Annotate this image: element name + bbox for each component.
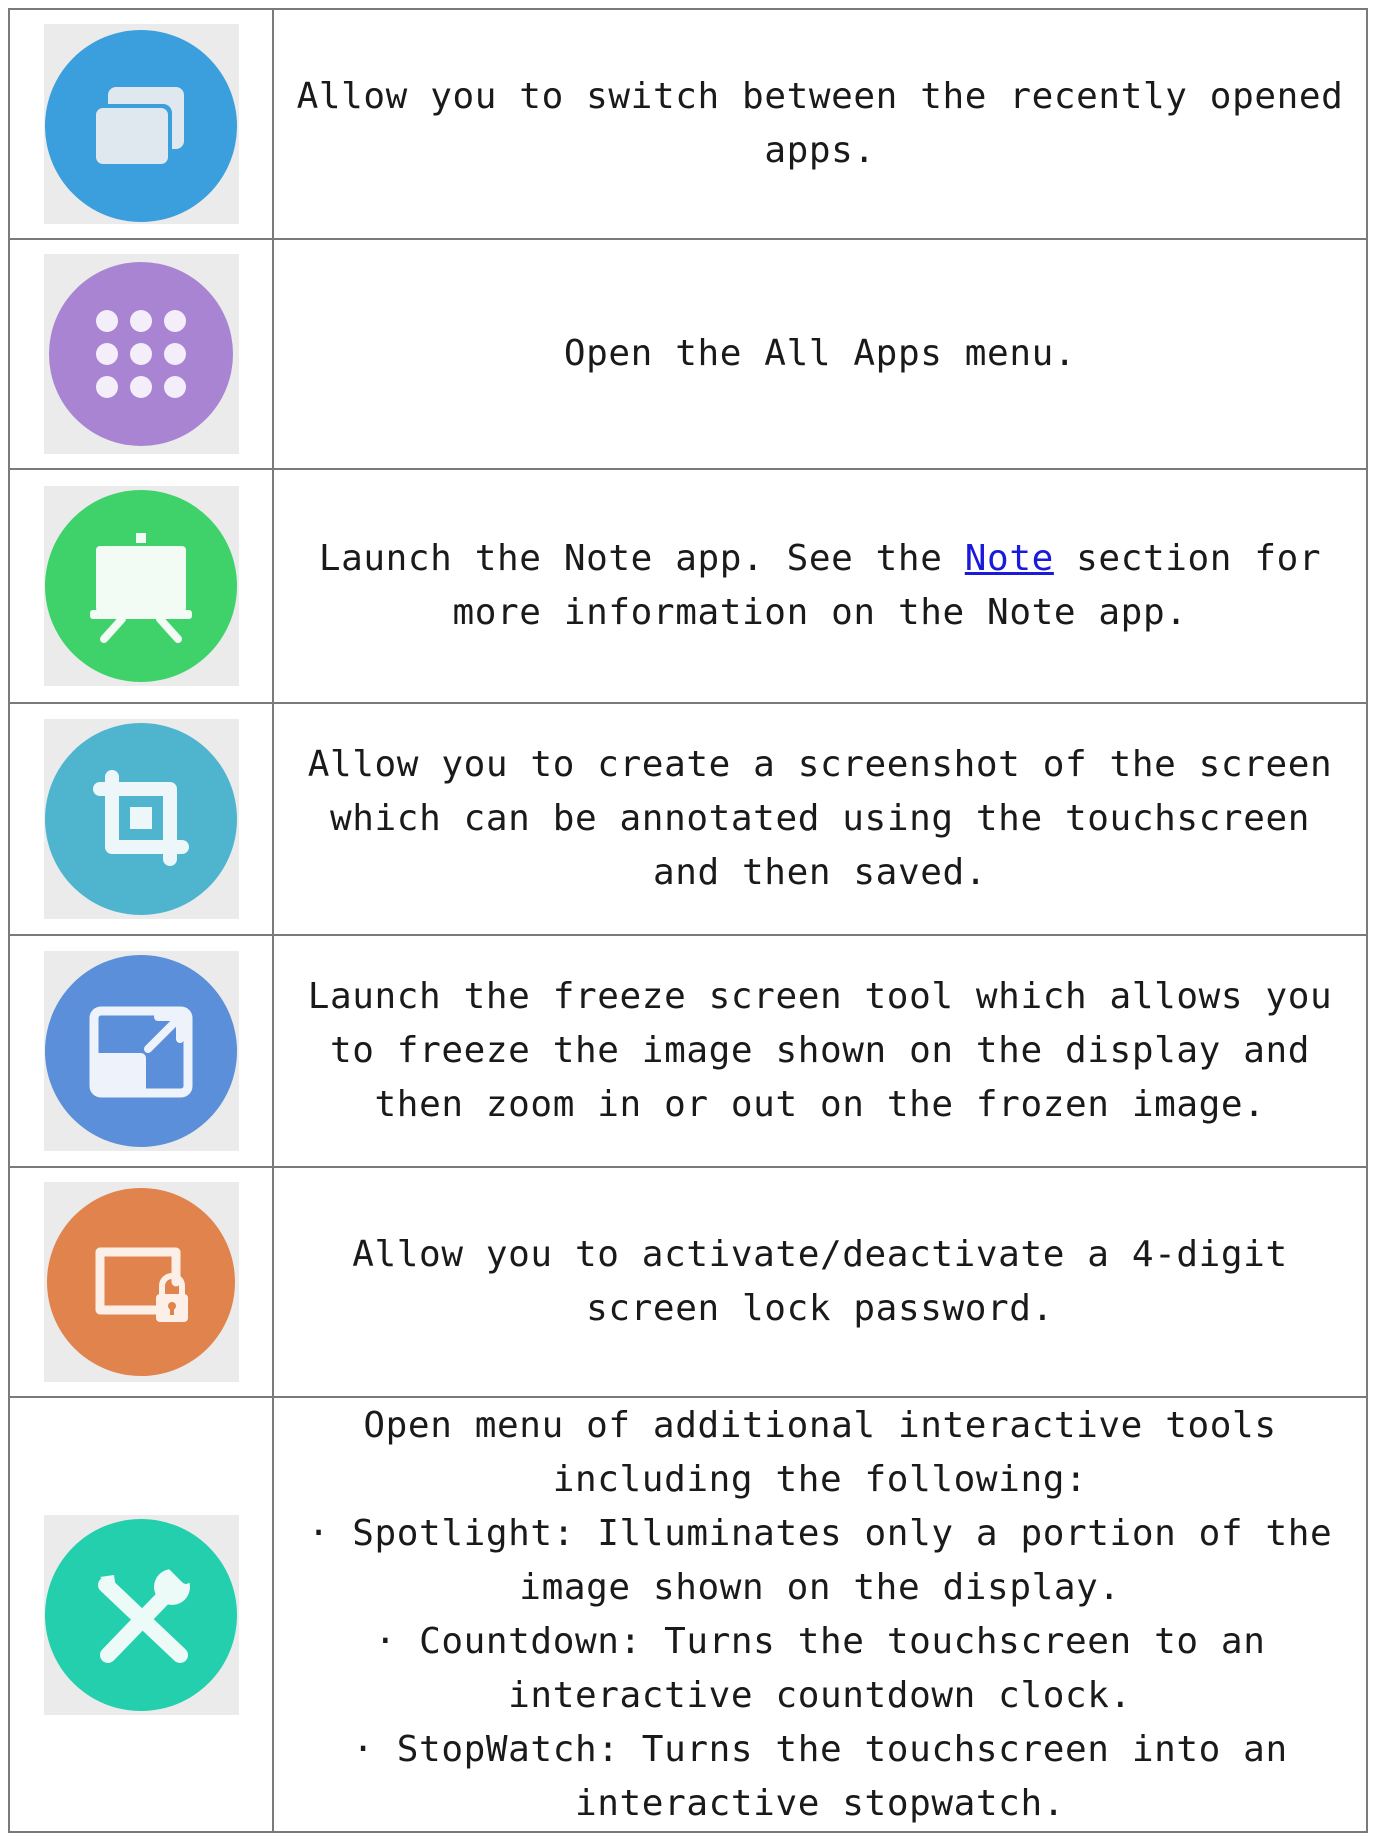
tools-wrench-screwdriver-icon [43, 1514, 239, 1715]
row-description: Launch the Note app. See the Note sectio… [272, 468, 1368, 704]
list-item: · Countdown: Turns the touchscreen to an… [374, 1620, 1266, 1716]
row-description: Allow you to create a screenshot of the … [272, 702, 1368, 936]
row-description: Launch the freeze screen tool which allo… [272, 934, 1368, 1168]
table-row: Launch the freeze screen tool which allo… [8, 934, 1368, 1168]
table-row: Open the All Apps menu. [8, 238, 1368, 470]
row-description: Open menu of additional interactive tool… [272, 1396, 1368, 1833]
screen-lock-icon [43, 1182, 239, 1382]
recent-apps-icon [43, 24, 239, 224]
table-row: Open menu of additional interactive tool… [8, 1396, 1368, 1833]
table-row: Allow you to switch between the recently… [8, 8, 1368, 240]
toolbar-icons-table: Allow you to switch between the recently… [8, 8, 1368, 1833]
icon-cell [8, 934, 274, 1168]
table-row: Allow you to create a screenshot of the … [8, 702, 1368, 936]
icon-cell [8, 1166, 274, 1398]
icon-cell [8, 702, 274, 936]
icon-cell [8, 1396, 274, 1833]
note-section-link[interactable]: Note [965, 538, 1054, 579]
note-easel-icon [43, 486, 239, 686]
freeze-zoom-icon [43, 951, 239, 1151]
table-row: Allow you to activate/deactivate a 4-dig… [8, 1166, 1368, 1398]
icon-cell [8, 8, 274, 240]
list-item: · StopWatch: Turns the touchscreen into … [352, 1728, 1288, 1824]
row-description: Allow you to switch between the recently… [272, 8, 1368, 240]
icon-cell [8, 468, 274, 704]
tools-intro: Open menu of additional interactive tool… [363, 1404, 1277, 1500]
all-apps-grid-icon [43, 254, 239, 454]
crop-screenshot-icon [43, 719, 239, 919]
icon-cell [8, 238, 274, 470]
table-row: Launch the Note app. See the Note sectio… [8, 468, 1368, 704]
note-description-before: Launch the Note app. See the [318, 538, 965, 579]
list-item: · Spotlight: Illuminates only a portion … [307, 1512, 1333, 1608]
row-description: Open the All Apps menu. [272, 238, 1368, 470]
row-description: Allow you to activate/deactivate a 4-dig… [272, 1166, 1368, 1398]
